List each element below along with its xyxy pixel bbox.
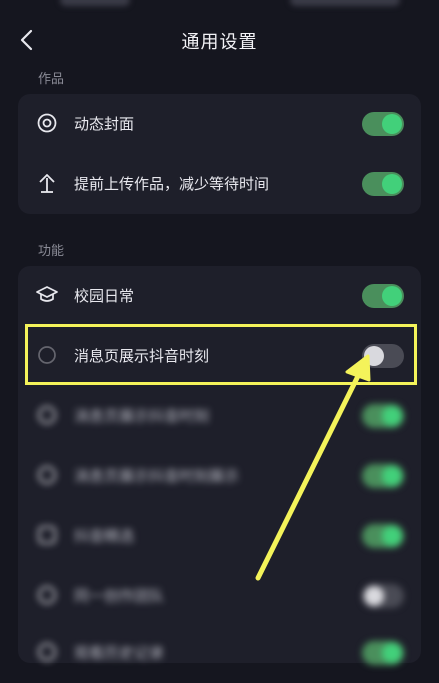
top-bar: 通用设置 (0, 0, 439, 68)
setting-row-pre-upload: 提前上传作品，减少等待时间 (18, 154, 421, 214)
setting-label: 动态封面 (74, 115, 135, 133)
upload-icon (39, 174, 55, 193)
setting-label: 提前上传作品，减少等待时间 (74, 175, 270, 193)
setting-label: 校园日常 (74, 287, 135, 305)
section-label-works: 作品 (38, 72, 65, 87)
setting-row-blurred: 观看历史记录 (18, 623, 421, 683)
setting-label: 观看历史记录 (74, 644, 165, 662)
setting-icon (38, 526, 56, 544)
setting-row-blurred: 同一创作团队 (18, 566, 421, 626)
setting-icon (38, 643, 56, 661)
highlight-box (25, 324, 417, 385)
setting-icon (38, 406, 56, 424)
setting-toggle[interactable] (362, 404, 404, 428)
setting-row-blurred: 抖音精选 (18, 506, 421, 566)
setting-toggle[interactable] (362, 641, 404, 665)
setting-label: 消息页展示抖音时刻展示 (74, 467, 240, 485)
setting-row-blurred: 消息页展示抖音时刻 (18, 386, 421, 446)
graduation-cap-icon (36, 286, 58, 302)
setting-row-campus: 校园日常 (18, 266, 421, 326)
dynamic-cover-icon (37, 113, 57, 133)
setting-icon (38, 466, 56, 484)
dynamic-cover-toggle[interactable] (362, 112, 404, 136)
campus-toggle[interactable] (362, 284, 404, 308)
setting-toggle[interactable] (362, 524, 404, 548)
setting-label: 消息页展示抖音时刻 (74, 407, 210, 425)
setting-icon (38, 586, 56, 604)
setting-label: 同一创作团队 (74, 587, 165, 605)
setting-toggle[interactable] (362, 464, 404, 488)
settings-card-works: 动态封面 提前上传作品，减少等待时间 (18, 94, 421, 214)
page-title: 通用设置 (181, 32, 258, 53)
setting-row-dynamic-cover: 动态封面 (18, 94, 421, 154)
setting-row-blurred: 消息页展示抖音时刻展示 (18, 446, 421, 506)
scrolled-content-ghost (0, 0, 439, 14)
setting-toggle[interactable] (362, 584, 404, 608)
setting-label: 抖音精选 (74, 527, 135, 545)
pre-upload-toggle[interactable] (362, 172, 404, 196)
section-label-features: 功能 (38, 244, 65, 259)
